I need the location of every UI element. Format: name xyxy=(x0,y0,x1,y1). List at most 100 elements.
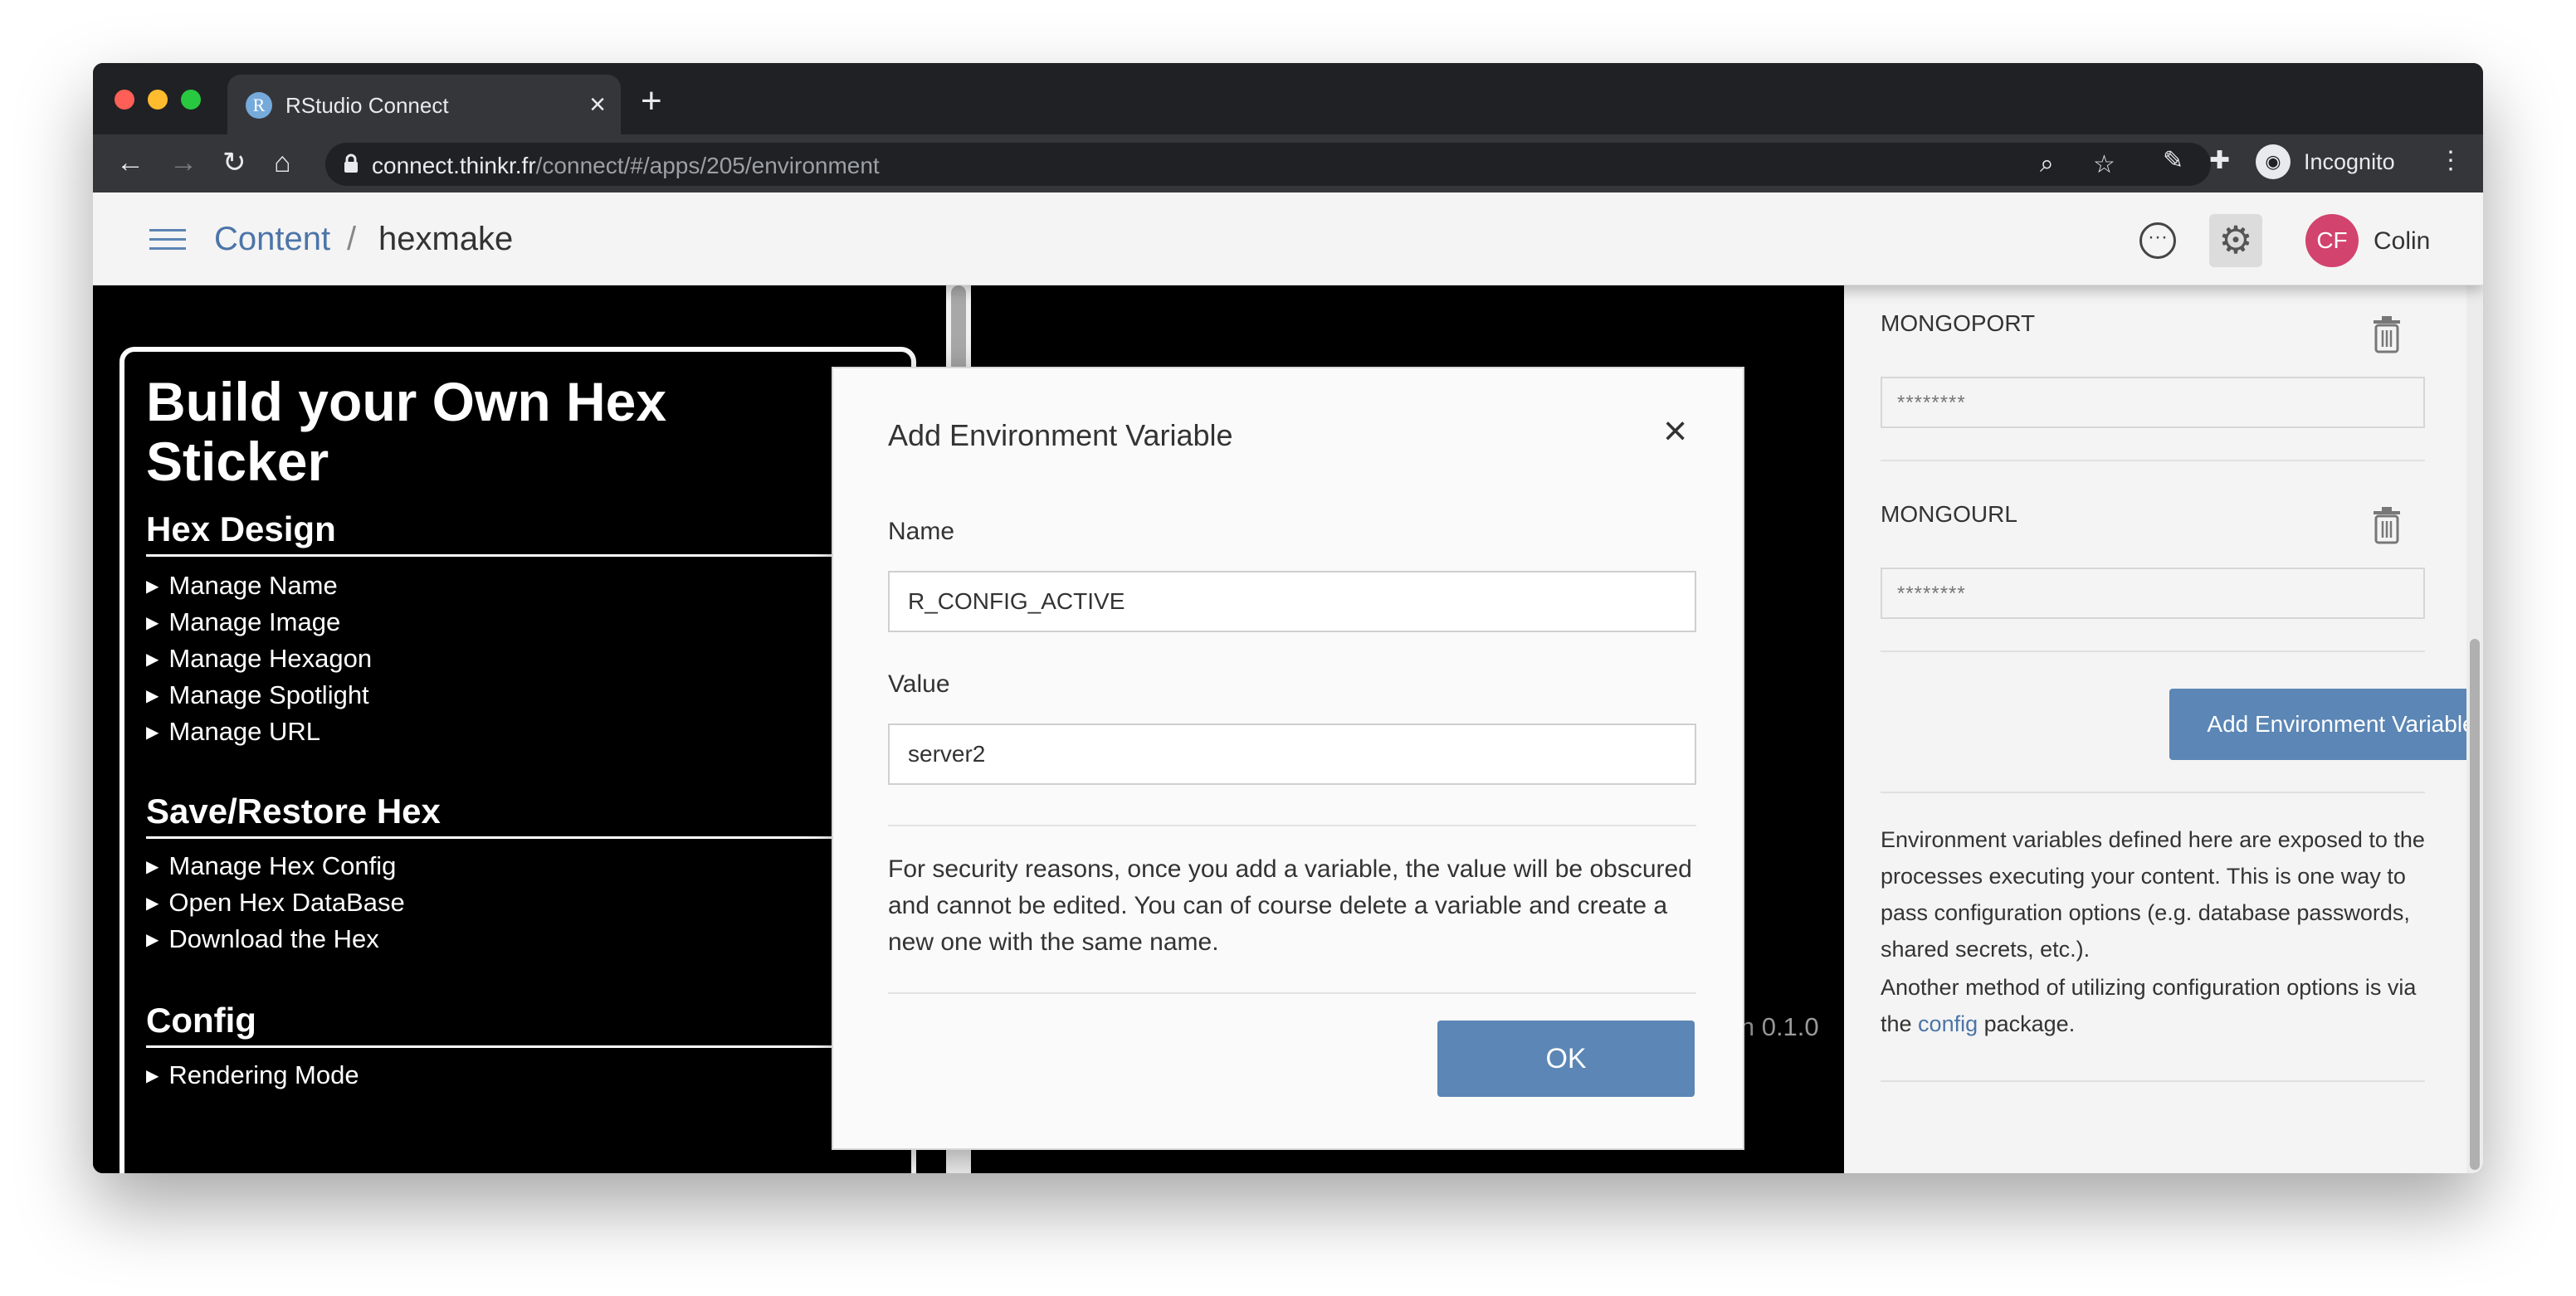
incognito-icon[interactable]: ◉ xyxy=(2256,144,2291,179)
section-divider xyxy=(146,1045,840,1048)
more-options-icon[interactable]: ··· xyxy=(2139,222,2176,259)
forward-icon[interactable]: → xyxy=(169,146,198,179)
menu-icon[interactable] xyxy=(149,229,186,251)
menu-item[interactable]: ▶ Manage Hexagon xyxy=(146,644,372,674)
triangle-right-icon: ▶ xyxy=(146,858,159,876)
tab-close-icon[interactable]: × xyxy=(589,88,606,121)
section-heading-save-restore: Save/Restore Hex xyxy=(146,792,441,831)
divider xyxy=(1881,1080,2425,1082)
dialog-title: Add Environment Variable xyxy=(888,418,1233,452)
section-heading-hex-design: Hex Design xyxy=(146,509,336,548)
breadcrumb-current: hexmake xyxy=(378,221,514,257)
name-label: Name xyxy=(888,518,955,545)
incognito-label[interactable]: Incognito xyxy=(2304,149,2395,175)
browser-tab[interactable]: R RStudio Connect × xyxy=(227,75,621,134)
add-environment-variable-button[interactable]: Add Environment Variable xyxy=(2169,689,2483,760)
tab-strip: R RStudio Connect × + xyxy=(93,63,2483,134)
breadcrumb-content-link[interactable]: Content xyxy=(214,221,330,258)
back-icon[interactable]: ← xyxy=(116,146,144,179)
browser-menu-icon[interactable]: ⋮ xyxy=(2438,146,2463,175)
section-heading-config: Config xyxy=(146,1001,256,1040)
menu-item[interactable]: ▶ Rendering Mode xyxy=(146,1060,359,1090)
triangle-right-icon: ▶ xyxy=(146,687,159,705)
new-tab-icon[interactable]: + xyxy=(641,83,662,119)
menu-item[interactable]: ▶ Manage Name xyxy=(146,571,338,601)
menu-item-label: Download the Hex xyxy=(168,924,379,953)
value-input[interactable] xyxy=(888,724,1696,785)
triangle-right-icon: ▶ xyxy=(146,1067,159,1085)
config-info-paragraph: Another method of utilizing configuratio… xyxy=(1881,969,2432,1042)
menu-item-label: Manage URL xyxy=(168,717,321,746)
minimize-window-button[interactable] xyxy=(148,90,168,110)
zoom-window-button[interactable] xyxy=(181,90,201,110)
menu-item[interactable]: ▶ Open Hex DataBase xyxy=(146,888,405,918)
add-env-var-dialog: Add Environment Variable × Name Value Fo… xyxy=(832,367,1744,1150)
value-label: Value xyxy=(888,670,950,698)
user-avatar[interactable]: CF xyxy=(2305,214,2359,267)
menu-item-label: Rendering Mode xyxy=(168,1060,359,1089)
divider xyxy=(888,825,1696,826)
connect-header: Content / hexmake ··· ⚙ CF Colin xyxy=(93,192,2483,285)
name-input[interactable] xyxy=(888,571,1696,632)
divider xyxy=(1881,650,2425,652)
triangle-right-icon: ▶ xyxy=(146,894,159,913)
extension-pen-icon[interactable]: ✎ xyxy=(2163,146,2183,175)
security-note: For security reasons, once you add a var… xyxy=(888,855,1692,956)
bookmark-star-icon[interactable]: ☆ xyxy=(2093,150,2115,179)
env-var-name: MONGOURL xyxy=(1881,501,2017,527)
triangle-right-icon: ▶ xyxy=(146,577,159,596)
extensions-puzzle-icon[interactable]: ✚ xyxy=(2209,146,2230,175)
section-divider xyxy=(146,836,840,839)
menu-item-label: Manage Hexagon xyxy=(168,644,373,673)
env-info-paragraph: Environment variables defined here are e… xyxy=(1881,827,2425,962)
url-path: /connect/#/apps/205/environment xyxy=(535,153,880,178)
tab-title: RStudio Connect xyxy=(285,93,449,118)
close-window-button[interactable] xyxy=(115,90,134,110)
menu-item-label: Manage Hex Config xyxy=(168,851,397,880)
menu-item[interactable]: ▶ Download the Hex xyxy=(146,924,379,954)
divider xyxy=(888,992,1696,994)
triangle-right-icon: ▶ xyxy=(146,724,159,742)
reload-icon[interactable]: ↻ xyxy=(222,146,246,179)
ok-button[interactable]: OK xyxy=(1437,1021,1695,1097)
info-text-part: package. xyxy=(1978,1011,2076,1036)
config-package-link[interactable]: config xyxy=(1918,1011,1978,1036)
rstudio-favicon-icon: R xyxy=(246,92,272,119)
home-icon[interactable]: ⌂ xyxy=(274,146,291,179)
env-var-name: MONGOPORT xyxy=(1881,310,2036,336)
lock-icon xyxy=(344,153,358,173)
browser-window: R RStudio Connect × + ← → ↻ ⌂ connect.th… xyxy=(93,63,2483,1173)
menu-item-label: Manage Name xyxy=(168,571,338,600)
settings-panel: MONGOPORT ******** MONGOURL ******** Add… xyxy=(1844,285,2483,1173)
url-host: connect.thinkr.fr xyxy=(372,153,536,178)
env-var-value-field: ******** xyxy=(1881,377,2425,428)
triangle-right-icon: ▶ xyxy=(146,931,159,949)
settings-scrollbar-thumb[interactable] xyxy=(2470,639,2480,1170)
menu-item[interactable]: ▶ Manage Hex Config xyxy=(146,851,396,881)
browser-toolbar: ← → ↻ ⌂ connect.thinkr.fr/connect/#/apps… xyxy=(93,134,2483,192)
menu-item[interactable]: ▶ Manage Image xyxy=(146,607,340,637)
menu-item[interactable]: ▶ Manage URL xyxy=(146,717,320,747)
masked-value: ******** xyxy=(1897,392,1966,414)
breadcrumb-separator: / xyxy=(347,221,357,257)
trash-icon[interactable] xyxy=(2370,315,2403,353)
close-icon[interactable]: × xyxy=(1663,410,1687,451)
zoom-icon[interactable]: ⌕ xyxy=(2040,150,2054,178)
page-content: Content / hexmake ··· ⚙ CF Colin Build y… xyxy=(93,192,2483,1173)
address-bar[interactable]: connect.thinkr.fr/connect/#/apps/205/env… xyxy=(325,143,2211,186)
triangle-right-icon: ▶ xyxy=(146,614,159,632)
masked-value: ******** xyxy=(1897,582,1966,605)
section-divider xyxy=(146,554,840,557)
settings-gear-icon[interactable]: ⚙ xyxy=(2209,214,2262,267)
menu-item-label: Manage Spotlight xyxy=(168,680,369,709)
trash-icon[interactable] xyxy=(2370,506,2403,544)
user-name[interactable]: Colin xyxy=(2374,227,2430,256)
url-text: connect.thinkr.fr/connect/#/apps/205/env… xyxy=(372,153,880,179)
triangle-right-icon: ▶ xyxy=(146,650,159,669)
menu-item-label: Open Hex DataBase xyxy=(168,888,405,917)
env-var-value-field: ******** xyxy=(1881,568,2425,619)
app-title: Build your Own Hex Sticker xyxy=(146,371,667,492)
menu-item[interactable]: ▶ Manage Spotlight xyxy=(146,680,369,710)
divider xyxy=(1881,792,2425,793)
menu-item-label: Manage Image xyxy=(168,607,341,636)
